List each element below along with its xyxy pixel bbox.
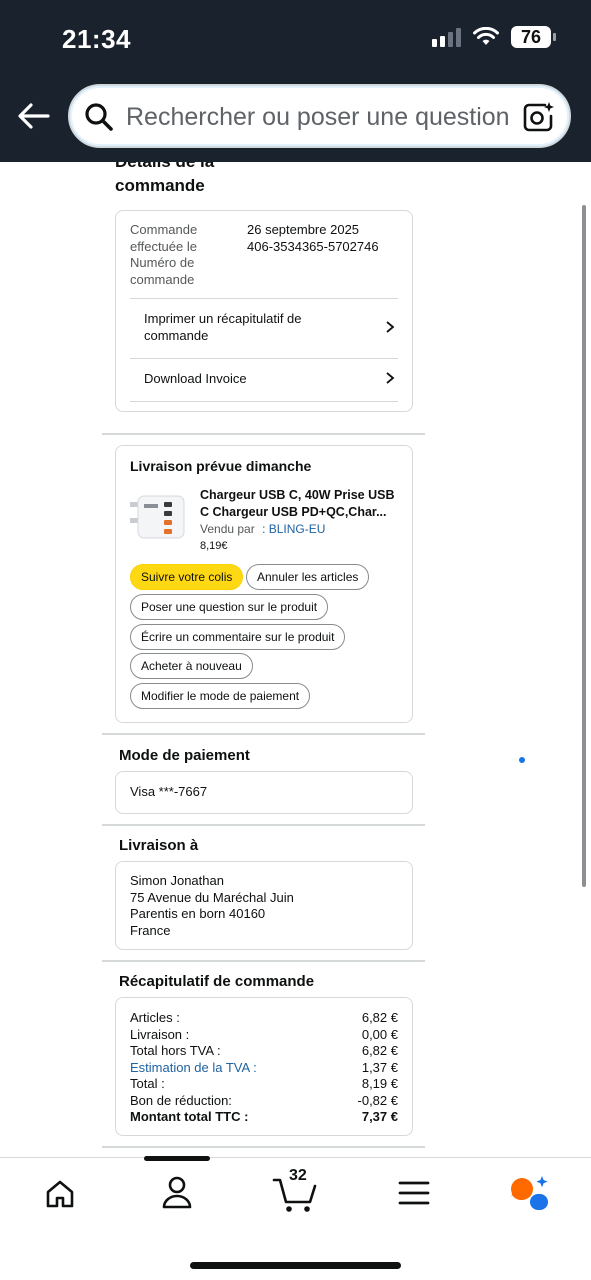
shipping-title: Livraison à <box>119 837 199 854</box>
cancel-items-button[interactable]: Annuler les articles <box>246 564 370 590</box>
payment-title: Mode de paiement <box>119 747 250 764</box>
app-header: 21:34 76 Rechercher ou poser une questio… <box>0 0 591 162</box>
order-summary-title: Récapitulatif de commande <box>119 973 315 990</box>
active-tab-indicator <box>144 1156 210 1161</box>
product-price: 8,19€ <box>200 540 228 552</box>
shipping-address-card: Simon Jonathan 75 Avenue du Maréchal Jui… <box>115 861 413 950</box>
search-icon <box>85 103 113 131</box>
buy-again-button[interactable]: Acheter à nouveau <box>130 653 253 679</box>
wifi-icon <box>473 27 499 45</box>
summary-row-discount: Bon de réduction: -0,82 € <box>130 1092 398 1108</box>
address-city: Parentis en born 40160 <box>130 906 266 921</box>
order-number: 406-3534365-5702746 <box>247 238 379 254</box>
ask-product-question-button[interactable]: Poser une question sur le produit <box>130 594 329 620</box>
address-country: France <box>130 922 171 938</box>
indicator-dot <box>519 757 525 763</box>
chevron-right-icon <box>386 321 395 333</box>
battery-icon: 76 <box>511 26 556 48</box>
back-arrow-icon[interactable] <box>16 100 52 132</box>
write-review-button[interactable]: Écrire un commentaire sur le produit <box>130 624 346 650</box>
account-icon[interactable] <box>160 1175 194 1211</box>
status-time: 21:34 <box>62 24 131 54</box>
product-image[interactable] <box>128 492 188 544</box>
order-info-card: Commande effectuée le Numéro de commande… <box>115 210 413 412</box>
search-input[interactable]: Rechercher ou poser une question <box>126 103 516 132</box>
status-icons: 76 <box>432 26 556 48</box>
address-street: 75 Avenue du Maréchal Juin <box>130 889 294 905</box>
order-labels: Commande effectuée le Numéro de commande <box>130 222 198 287</box>
summary-row-items: Articles :6,82 € <box>130 1010 398 1025</box>
download-invoice-link[interactable]: Download Invoice <box>116 359 412 401</box>
cart-count-badge: 32 <box>289 1167 307 1184</box>
summary-row-grand-total: Montant total TTC :7,37 € <box>130 1109 398 1124</box>
bottom-navigation: 32 <box>0 1156 591 1280</box>
summary-row-subtotal-excl-vat: Total hors TVA :6,82 € <box>130 1043 398 1058</box>
search-bar[interactable]: Rechercher ou poser une question <box>68 84 571 148</box>
scrollbar[interactable] <box>582 205 586 887</box>
order-date: 26 septembre 2025 <box>247 222 360 237</box>
address-name: Simon Jonathan <box>130 873 224 888</box>
payment-card: Visa ***-7667 <box>115 771 413 814</box>
product-title[interactable]: Chargeur USB C, 40W Prise USB C Chargeur… <box>200 487 405 520</box>
seller-link[interactable]: : BLING-EU <box>262 522 325 536</box>
order-summary-card: Articles :6,82 € Livraison :0,00 € Total… <box>115 997 413 1136</box>
order-details-page: Détails de la commande Commande effectué… <box>0 162 591 1157</box>
delivery-title: Livraison prévue dimanche <box>130 458 312 474</box>
page-title: Détails de la commande <box>115 162 214 195</box>
payment-method: Visa ***-7667 <box>130 784 208 799</box>
change-payment-button[interactable]: Modifier le mode de paiement <box>130 683 311 709</box>
chevron-right-icon <box>386 372 395 384</box>
track-package-button[interactable]: Suivre votre colis <box>130 564 244 590</box>
vat-estimate-link[interactable]: Estimation de la TVA : <box>130 1060 257 1075</box>
summary-row-total: Total :8,19 € <box>130 1076 398 1091</box>
home-icon[interactable] <box>44 1178 76 1210</box>
sold-by-label: Vendu par <box>200 522 255 536</box>
print-summary-link[interactable]: Imprimer un récapitulatif de commande <box>116 299 412 358</box>
cart-button[interactable]: 32 <box>272 1166 320 1214</box>
cellular-signal-icon <box>432 27 461 47</box>
summary-row-vat-estimate: Estimation de la TVA :1,37 € <box>130 1059 398 1075</box>
camera-search-icon[interactable] <box>521 100 555 134</box>
delivery-card: Livraison prévue dimanche Chargeur USB C… <box>115 445 413 723</box>
home-indicator <box>190 1262 401 1269</box>
rufus-assistant-icon[interactable] <box>508 1174 552 1214</box>
summary-row-shipping: Livraison :0,00 € <box>130 1026 398 1042</box>
menu-icon[interactable] <box>398 1180 430 1206</box>
